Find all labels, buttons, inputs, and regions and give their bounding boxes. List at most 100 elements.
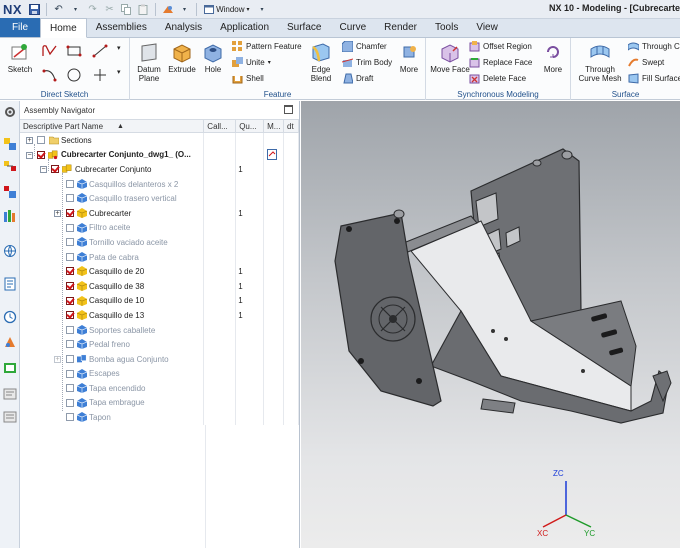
history-icon[interactable] [3, 277, 17, 291]
chamfer-button[interactable]: Chamfer [342, 41, 387, 52]
command-finder-icon[interactable] [160, 2, 175, 17]
tree-row[interactable]: Tapa embrague [20, 395, 300, 411]
delete-face-button[interactable]: Delete Face [469, 73, 526, 84]
engine-guard-model[interactable] [301, 101, 680, 548]
tab-render[interactable]: Render [375, 18, 426, 37]
fill-surface-button[interactable]: Fill Surface [628, 73, 680, 84]
hole-button[interactable]: Hole [200, 41, 226, 74]
visibility-checkbox[interactable] [66, 311, 74, 320]
tab-home[interactable]: Home [40, 18, 87, 38]
process-studio-icon[interactable] [3, 361, 17, 375]
tree-row[interactable]: Tornillo vaciado aceite [20, 235, 300, 250]
tree-row[interactable]: Pata de cabra [20, 249, 300, 265]
tab-assemblies[interactable]: Assemblies [87, 18, 156, 37]
undo-icon[interactable]: ↶ [51, 2, 66, 17]
move-face-button[interactable]: Move Face [430, 41, 470, 74]
visibility-checkbox[interactable] [66, 296, 74, 305]
expand-icon[interactable]: + [54, 355, 61, 363]
redo-icon[interactable]: ↷ [85, 2, 100, 17]
tree-row[interactable]: + Sections [20, 133, 300, 148]
column-quantity[interactable]: Qu... [236, 120, 265, 132]
tree-row[interactable]: − Cubrecarter Conjunto 1 [20, 162, 300, 177]
visibility-checkbox[interactable] [66, 179, 74, 188]
tab-application[interactable]: Application [211, 18, 278, 37]
reuse-library-icon[interactable] [3, 209, 17, 223]
system-materials-icon[interactable] [3, 335, 17, 349]
offset-region-button[interactable]: Offset Region [469, 41, 532, 52]
line-icon[interactable] [92, 44, 108, 58]
chevron-down-icon[interactable]: ▾ [68, 2, 83, 17]
visibility-checkbox[interactable] [37, 136, 45, 144]
tab-curve[interactable]: Curve [330, 18, 375, 37]
paste-icon[interactable] [136, 2, 151, 17]
edge-blend-button[interactable]: Edge Blend [306, 41, 336, 83]
visibility-checkbox[interactable] [66, 369, 74, 378]
tree-row[interactable]: Tapa encendido [20, 381, 300, 396]
cut-icon[interactable]: ✂ [102, 2, 117, 17]
draft-button[interactable]: Draft [342, 73, 373, 84]
tree-row[interactable]: Casquillo de 13 1 [20, 308, 300, 323]
web-browser-icon[interactable] [3, 244, 17, 258]
visibility-checkbox[interactable] [51, 165, 59, 174]
tree-row[interactable]: Casquillo de 20 1 [20, 264, 300, 279]
tree-row[interactable]: Casquillo de 38 1 [20, 278, 300, 294]
copy-icon[interactable] [119, 2, 134, 17]
visibility-checkbox[interactable] [66, 194, 74, 203]
tree-row[interactable]: Tapon [20, 410, 300, 425]
tree-row[interactable]: + Bomba agua Conjunto [20, 351, 300, 367]
clock-icon[interactable] [3, 310, 17, 324]
system-scenes-icon[interactable] [3, 410, 17, 424]
tree-row[interactable]: Pedal freno [20, 337, 300, 352]
visibility-checkbox[interactable] [66, 281, 74, 290]
collapse-icon[interactable]: − [26, 151, 33, 159]
tab-surface[interactable]: Surface [278, 18, 330, 37]
tree-row[interactable]: − Cubrecarter Conjunto_dwg1_ (O... [20, 147, 300, 163]
pattern-feature-button[interactable]: Pattern Feature [232, 41, 302, 52]
rectangle-icon[interactable] [66, 44, 82, 58]
expand-icon[interactable]: + [54, 209, 61, 217]
gear-icon[interactable] [3, 105, 17, 119]
swept-button[interactable]: Swept [628, 57, 664, 68]
expand-icon[interactable]: + [26, 137, 33, 144]
column-callout[interactable]: Call... [204, 120, 237, 132]
circle-icon[interactable] [66, 68, 82, 82]
through-curve-mesh-button[interactable]: Through Curve Mesh [577, 41, 623, 83]
chevron-down-icon[interactable]: ▾ [177, 2, 192, 17]
visibility-checkbox[interactable] [66, 252, 74, 261]
trim-body-button[interactable]: Trim Body [342, 57, 392, 68]
visibility-checkbox[interactable] [66, 267, 74, 276]
visibility-checkbox[interactable] [66, 398, 74, 407]
tab-view[interactable]: View [467, 18, 507, 37]
assembly-navigator-icon[interactable] [3, 137, 17, 151]
window-menu[interactable]: Window ▾ [200, 4, 253, 14]
column-modified[interactable]: M... [264, 120, 285, 132]
visibility-checkbox[interactable] [66, 208, 74, 217]
through-curves-button[interactable]: Through Cu [628, 41, 680, 52]
arc-icon[interactable] [42, 68, 58, 82]
chevron-down-icon[interactable]: ▾ [117, 44, 121, 52]
tree-row[interactable]: Escapes [20, 366, 300, 382]
column-descriptive-part-name[interactable]: Descriptive Part Name ▲ [20, 120, 205, 132]
chevron-down-icon[interactable]: ▾ [117, 68, 121, 76]
synchronous-more-button[interactable]: More [539, 41, 567, 74]
replace-face-button[interactable]: Replace Face [469, 57, 532, 68]
part-navigator-icon[interactable] [3, 185, 17, 199]
visibility-checkbox[interactable] [66, 413, 74, 422]
unite-button[interactable]: Unite ▾ [232, 57, 271, 68]
chevron-down-icon[interactable]: ▾ [255, 2, 270, 17]
datum-plane-button[interactable]: Datum Plane [135, 41, 163, 83]
constraint-navigator-icon[interactable] [3, 159, 17, 173]
visibility-checkbox[interactable] [66, 340, 74, 349]
extrude-button[interactable]: Extrude [165, 41, 199, 74]
tab-tools[interactable]: Tools [426, 18, 467, 37]
visibility-checkbox[interactable] [66, 223, 74, 232]
view-triad[interactable] [542, 481, 592, 528]
tree-row[interactable]: Filtro aceite [20, 220, 300, 236]
save-icon[interactable] [27, 2, 42, 17]
point-icon[interactable] [92, 68, 108, 82]
tree-row[interactable]: Soportes caballete [20, 322, 300, 338]
tree-row[interactable]: Casquillos delanteros x 2 [20, 176, 300, 192]
visibility-checkbox[interactable] [66, 384, 74, 393]
maximize-icon[interactable] [284, 105, 293, 114]
graphics-window[interactable]: ZC XC YC [301, 101, 680, 548]
